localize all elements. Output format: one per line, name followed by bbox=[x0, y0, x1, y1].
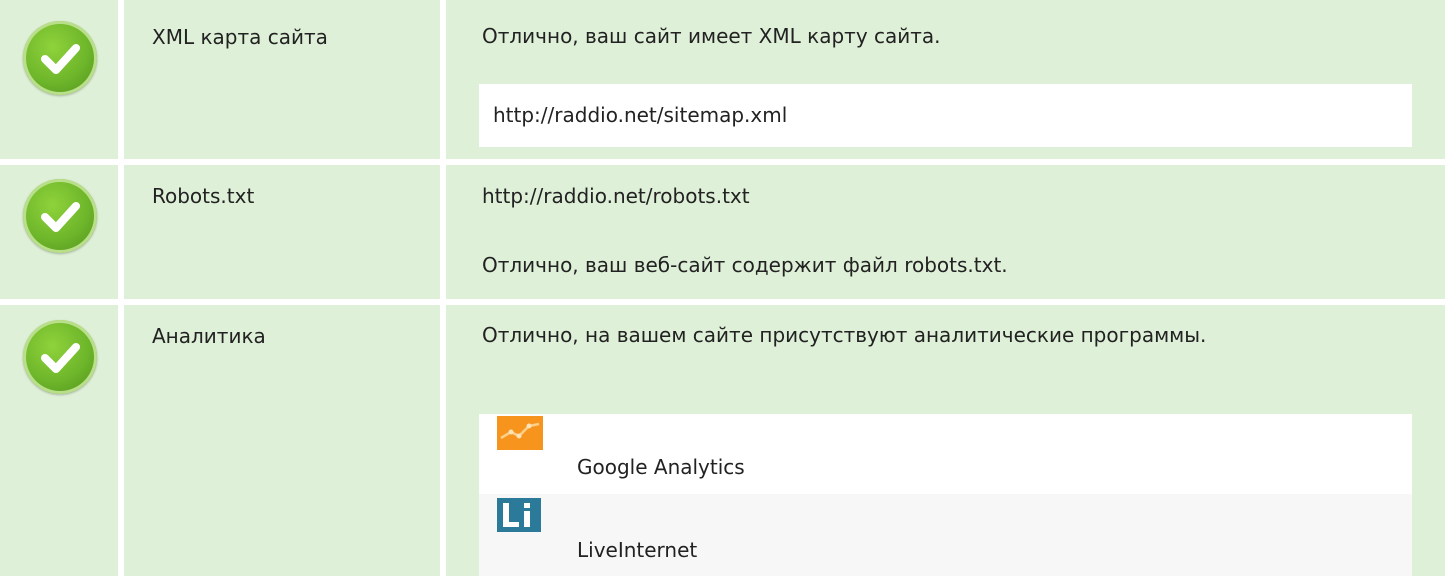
check-result-cell: Отлично, на вашем сайте присутствуют ана… bbox=[446, 305, 1445, 576]
sitemap-url-box: http://raddio.net/sitemap.xml bbox=[479, 84, 1412, 147]
tool-name: LiveInternet bbox=[577, 538, 698, 562]
result-message: Отлично, ваш веб-сайт содержит файл robo… bbox=[482, 253, 1008, 277]
result-message: Отлично, на вашем сайте присутствуют ана… bbox=[482, 323, 1207, 347]
check-icon bbox=[23, 179, 97, 253]
sitemap-row: XML карта сайта Отлично, ваш сайт имеет … bbox=[0, 0, 1445, 159]
check-result-cell: Отлично, ваш сайт имеет XML карту сайта.… bbox=[446, 0, 1445, 159]
sitemap-url[interactable]: http://raddio.net/sitemap.xml bbox=[493, 102, 787, 128]
check-name: Robots.txt bbox=[152, 184, 255, 208]
tool-item-google-analytics: Google Analytics bbox=[479, 414, 1412, 494]
check-result-cell: http://raddio.net/robots.txt Отлично, ва… bbox=[446, 165, 1445, 299]
analytics-tools-list: Google Analytics LiveInternet bbox=[479, 414, 1412, 576]
tool-name: Google Analytics bbox=[577, 455, 745, 479]
robots-url[interactable]: http://raddio.net/robots.txt bbox=[482, 180, 750, 213]
result-message: Отлично, ваш сайт имеет XML карту сайта. bbox=[482, 24, 941, 48]
status-cell bbox=[0, 0, 118, 159]
liveinternet-icon bbox=[497, 498, 543, 532]
robots-row: Robots.txt http://raddio.net/robots.txt … bbox=[0, 165, 1445, 299]
status-cell bbox=[0, 305, 118, 576]
check-name: Аналитика bbox=[152, 324, 266, 348]
google-analytics-icon bbox=[497, 416, 543, 450]
check-name-cell: XML карта сайта bbox=[124, 0, 440, 159]
status-cell bbox=[0, 165, 118, 299]
check-icon bbox=[23, 320, 97, 394]
check-icon bbox=[23, 21, 97, 95]
seo-report-table: XML карта сайта Отлично, ваш сайт имеет … bbox=[0, 0, 1445, 576]
check-name-cell: Аналитика bbox=[124, 305, 440, 576]
analytics-row: Аналитика Отлично, на вашем сайте присут… bbox=[0, 305, 1445, 576]
check-name: XML карта сайта bbox=[152, 25, 328, 49]
check-name-cell: Robots.txt bbox=[124, 165, 440, 299]
tool-item-liveinternet: LiveInternet bbox=[479, 494, 1412, 576]
